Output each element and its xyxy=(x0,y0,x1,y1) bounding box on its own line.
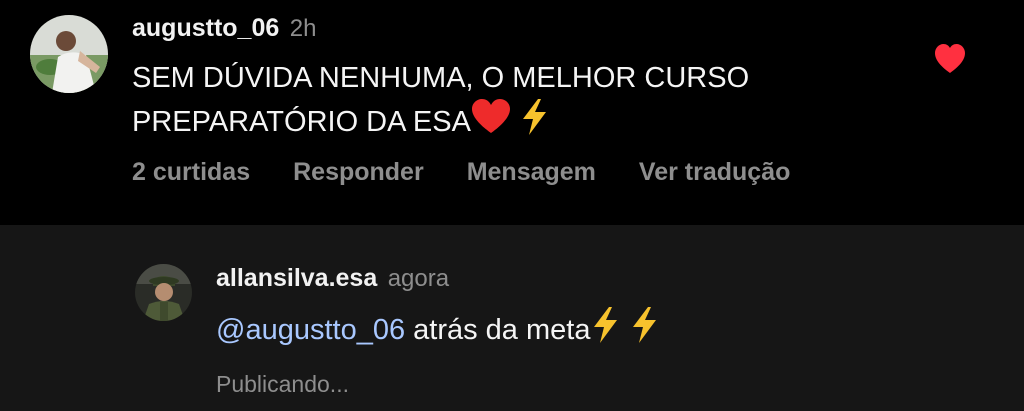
comment-header: augustto_06 2h xyxy=(132,14,316,43)
see-translation-button[interactable]: Ver tradução xyxy=(639,158,790,187)
comment-text-line-1: SEM DÚVIDA NENHUMA, O MELHOR CURSO xyxy=(132,62,750,94)
likes-count-link[interactable]: 2 curtidas xyxy=(132,158,250,187)
reply-time: agora xyxy=(387,265,450,292)
lightning-emoji-icon xyxy=(519,99,549,147)
like-heart-icon[interactable] xyxy=(934,44,966,74)
reply-header: allansilva.esa agora xyxy=(216,264,449,293)
comment-text-line-2: PREPARATÓRIO DA ESA xyxy=(132,99,749,147)
reply-avatar[interactable] xyxy=(135,264,192,321)
comment-text-line-2-text: PREPARATÓRIO DA ESA xyxy=(132,106,471,138)
reply-mention-link[interactable]: @augustto_06 xyxy=(216,314,405,346)
lightning-emoji-icon xyxy=(629,307,659,355)
reply-button[interactable]: Responder xyxy=(293,158,424,187)
reply-text: @augustto_06 atrás da meta xyxy=(216,307,659,355)
comment-username[interactable]: augustto_06 xyxy=(132,14,279,42)
reply-text-content: atrás da meta xyxy=(405,314,591,346)
lightning-emoji-icon xyxy=(590,307,620,355)
reply-username[interactable]: allansilva.esa xyxy=(216,264,377,292)
red-heart-emoji-icon xyxy=(471,99,511,147)
posting-status: Publicando... xyxy=(216,371,349,397)
comment-actions: 2 curtidas Responder Mensagem Ver traduç… xyxy=(132,158,833,187)
comment-text: SEM DÚVIDA NENHUMA, O MELHOR CURSO PREPA… xyxy=(132,57,749,147)
comment: augustto_06 2h SEM DÚVIDA NENHUMA, O MEL… xyxy=(0,0,1024,225)
comment-time: 2h xyxy=(289,15,317,42)
comment-avatar[interactable] xyxy=(30,15,108,93)
reply: allansilva.esa agora @augustto_06 atrás … xyxy=(0,225,1024,411)
message-button[interactable]: Mensagem xyxy=(467,158,596,187)
